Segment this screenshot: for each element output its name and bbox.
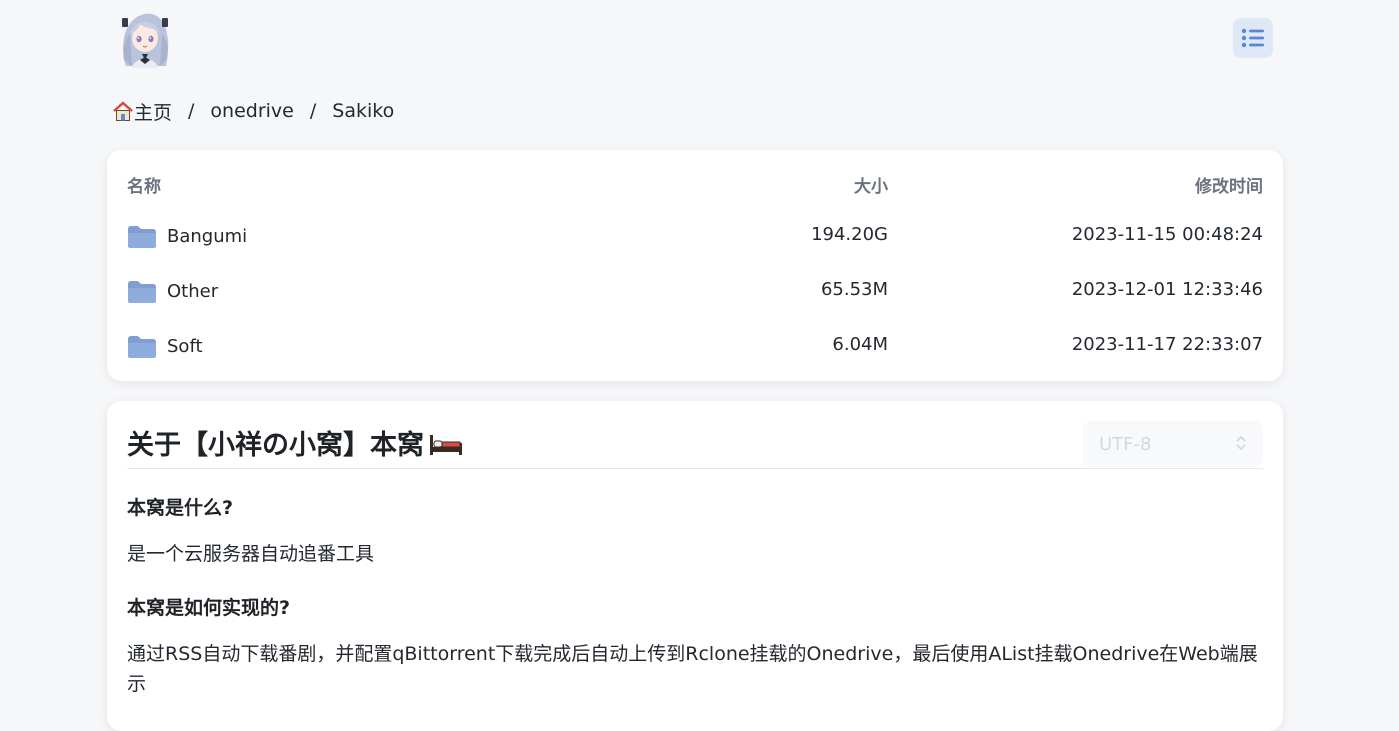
folder-icon xyxy=(128,225,156,248)
file-modified: 2023-11-15 00:48:24 xyxy=(1071,224,1263,245)
readme-title-row: 关于【小祥の小窝】本窝 xyxy=(127,423,464,462)
readme-panel: 关于【小祥の小窝】本窝 UTF-8 本窝是什么? 是一个云服务器自动追番工具 本… xyxy=(107,401,1283,731)
breadcrumb-item-onedrive[interactable]: onedrive xyxy=(210,100,293,122)
breadcrumb-home[interactable]: 主页 xyxy=(112,98,172,125)
column-name-header[interactable]: 名称 xyxy=(127,172,161,197)
file-row-other[interactable]: Other 65.53M 2023-12-01 12:33:46 xyxy=(107,264,1283,319)
encoding-value: UTF-8 xyxy=(1099,433,1152,455)
file-name: Soft xyxy=(167,336,203,357)
breadcrumb-separator: / xyxy=(188,100,195,122)
encoding-select[interactable]: UTF-8 xyxy=(1083,421,1263,467)
breadcrumb-separator: / xyxy=(309,100,317,122)
file-name: Other xyxy=(167,281,219,302)
anime-avatar-icon[interactable] xyxy=(116,8,174,68)
file-modified: 2023-12-01 12:33:46 xyxy=(1071,279,1263,300)
column-modified-header[interactable]: 修改时间 xyxy=(1195,172,1263,197)
chevron-up-down-icon xyxy=(1236,435,1246,451)
readme-question: 本窝是如何实现的? xyxy=(127,597,291,619)
menu-button[interactable] xyxy=(1233,18,1273,58)
bed-icon xyxy=(430,434,462,455)
folder-icon xyxy=(128,335,156,358)
readme-title: 关于【小祥の小窝】本窝 xyxy=(127,430,424,461)
file-modified: 2023-11-17 22:33:07 xyxy=(1071,334,1263,355)
divider xyxy=(127,468,1263,469)
top-bar xyxy=(0,0,1399,80)
file-list-header: 名称 大小 修改时间 xyxy=(107,150,1283,216)
house-icon xyxy=(113,101,133,121)
breadcrumb-item-sakiko[interactable]: Sakiko xyxy=(332,100,394,122)
file-size: 194.20G xyxy=(811,224,888,245)
file-row-bangumi[interactable]: Bangumi 194.20G 2023-11-15 00:48:24 xyxy=(107,209,1283,264)
file-row-soft[interactable]: Soft 6.04M 2023-11-17 22:33:07 xyxy=(107,319,1283,374)
readme-answer: 是一个云服务器自动追番工具 xyxy=(127,543,375,565)
readme-answer: 通过RSS自动下载番剧，并配置qBittorrent下载完成后自动上传到Rclo… xyxy=(127,643,1258,695)
readme-question: 本窝是什么? xyxy=(127,497,234,519)
file-size: 65.53M xyxy=(820,279,888,300)
file-list: 名称 大小 修改时间 Bangumi 194.20G 2023-11-15 00… xyxy=(107,150,1283,381)
breadcrumb: 主页 / onedrive / Sakiko xyxy=(112,96,394,126)
file-name: Bangumi xyxy=(167,226,248,247)
file-size: 6.04M xyxy=(832,334,888,355)
folder-icon xyxy=(128,280,156,303)
column-size-header[interactable]: 大小 xyxy=(854,172,888,197)
breadcrumb-home-label: 主页 xyxy=(134,101,173,124)
list-icon xyxy=(1241,28,1264,48)
